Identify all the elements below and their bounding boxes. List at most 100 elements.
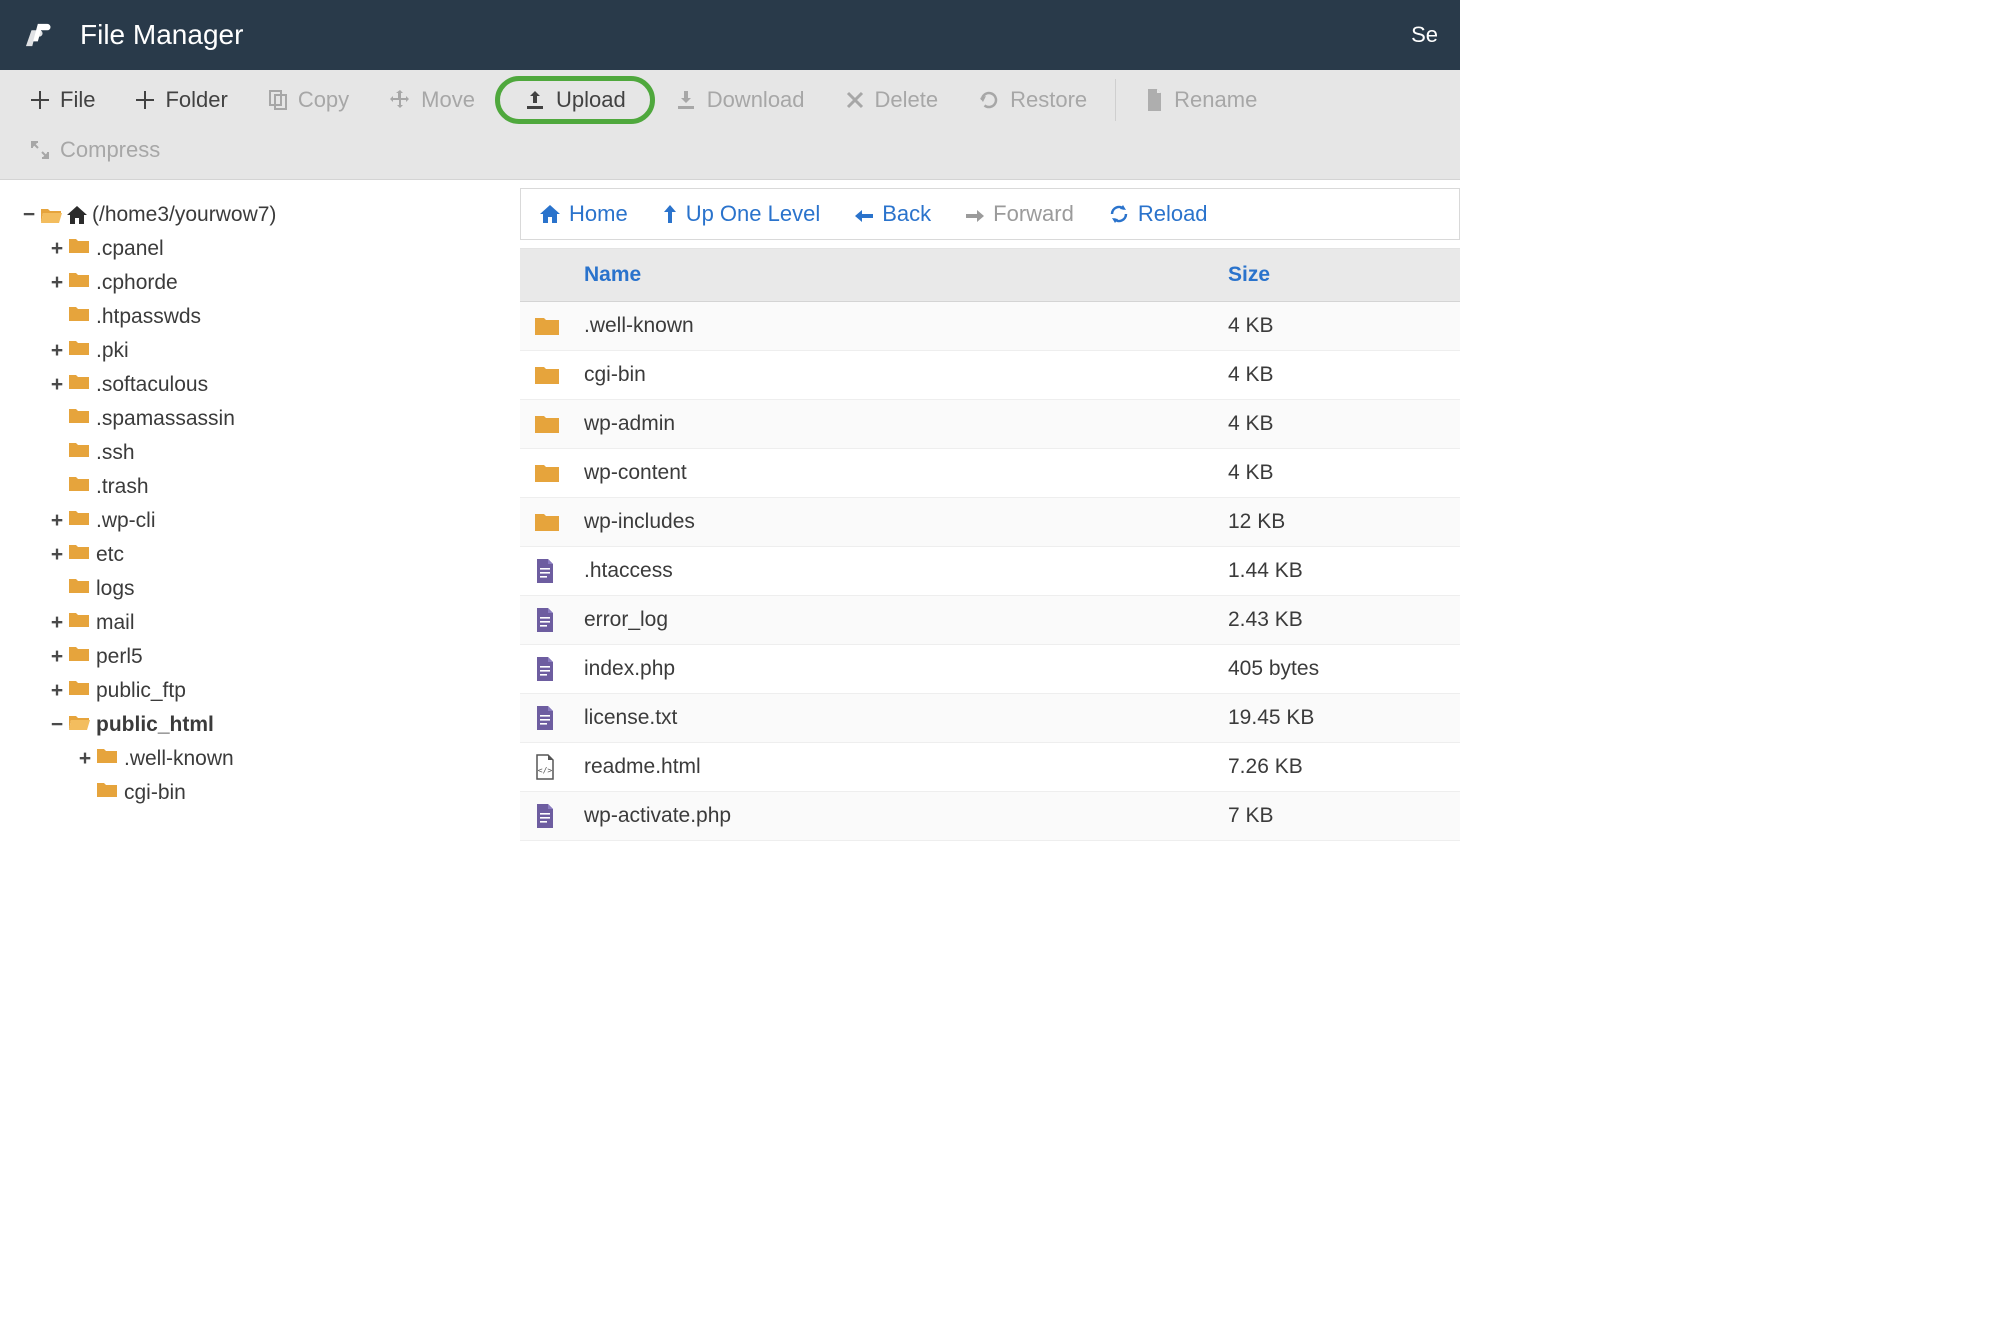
forward-arrow-icon [965, 201, 985, 227]
delete-icon [845, 90, 865, 110]
folder-icon [68, 271, 90, 289]
tree-node[interactable]: +.softaculous [48, 368, 510, 402]
expand-icon[interactable]: + [76, 747, 94, 771]
blank-toggle: + [48, 305, 66, 329]
tree-node[interactable]: +.pki [48, 334, 510, 368]
folder-icon [68, 543, 90, 561]
tree-node[interactable]: +.htpasswds [48, 300, 510, 334]
expand-icon[interactable]: + [48, 271, 66, 295]
tree-node[interactable]: +etc [48, 538, 510, 572]
table-row[interactable]: .well-known4 KB [520, 302, 1460, 351]
tree-node[interactable]: +mail [48, 606, 510, 640]
row-name: error_log [576, 596, 1220, 644]
collapse-icon[interactable]: − [20, 203, 38, 227]
folder-button[interactable]: Folder [115, 77, 247, 123]
tree-node[interactable]: +.wp-cli [48, 504, 510, 538]
expand-icon[interactable]: + [48, 339, 66, 363]
col-size-header[interactable]: Size [1220, 249, 1460, 301]
back-button[interactable]: Back [854, 201, 931, 227]
delete-button-label: Delete [875, 87, 939, 113]
row-size: 2.43 KB [1220, 596, 1460, 644]
tree-node-label: logs [96, 577, 135, 600]
expand-icon[interactable]: + [48, 509, 66, 533]
blank-toggle: + [48, 441, 66, 465]
table-row[interactable]: </>readme.html7.26 KB [520, 743, 1460, 792]
home-button[interactable]: Home [539, 201, 628, 227]
expand-icon[interactable]: − [48, 713, 66, 737]
reload-label: Reload [1138, 201, 1208, 227]
folder-icon [68, 611, 90, 629]
row-name: .htaccess [576, 547, 1220, 595]
restore-button-label: Restore [1010, 87, 1087, 113]
rename-icon [1144, 88, 1164, 112]
table-row[interactable]: license.txt19.45 KB [520, 694, 1460, 743]
table-header-row: Name Size [520, 249, 1460, 302]
tree-node[interactable]: +.cphorde [48, 266, 510, 300]
toolbar: File Folder Copy Move Upload Download De… [0, 70, 1460, 180]
copy-button[interactable]: Copy [248, 77, 369, 123]
folder-icon [68, 679, 90, 697]
forward-button[interactable]: Forward [965, 201, 1074, 227]
tree-node[interactable]: +.well-known [76, 742, 510, 776]
compress-icon [30, 140, 50, 160]
tree-node[interactable]: +perl5 [48, 640, 510, 674]
expand-icon[interactable]: + [48, 237, 66, 261]
plus-icon [135, 90, 155, 110]
upload-button[interactable]: Upload [495, 76, 655, 124]
table-row[interactable]: wp-content4 KB [520, 449, 1460, 498]
app-header: File Manager Se [0, 0, 1460, 70]
main: −(/home3/yourwow7) + .cpanel +.cphorde+.htp… [0, 180, 1460, 900]
reload-button[interactable]: Reload [1108, 201, 1208, 227]
col-name-header[interactable]: Name [576, 249, 1220, 301]
table-row[interactable]: wp-includes12 KB [520, 498, 1460, 547]
copy-button-label: Copy [298, 87, 349, 113]
table-row[interactable]: index.php405 bytes [520, 645, 1460, 694]
tree-node[interactable]: +.ssh [48, 436, 510, 470]
table-row[interactable]: wp-admin4 KB [520, 400, 1460, 449]
tree-node[interactable]: − public_html [48, 708, 510, 742]
table-row[interactable]: wp-activate.php7 KB [520, 792, 1460, 841]
expand-icon[interactable]: + [48, 645, 66, 669]
folder-button-label: Folder [165, 87, 227, 113]
tree-node-label: .cpanel [96, 237, 164, 260]
folder-icon [96, 747, 118, 765]
tree-node[interactable]: + .cpanel [48, 232, 510, 266]
restore-button[interactable]: Restore [958, 77, 1107, 123]
col-icon-header [520, 249, 576, 301]
row-icon [520, 548, 576, 594]
row-icon [520, 501, 576, 543]
table-row[interactable]: cgi-bin4 KB [520, 351, 1460, 400]
expand-icon[interactable]: + [48, 679, 66, 703]
table-row[interactable]: error_log2.43 KB [520, 596, 1460, 645]
row-icon: </> [520, 744, 576, 790]
up-label: Up One Level [686, 201, 821, 227]
row-icon [520, 354, 576, 396]
delete-button[interactable]: Delete [825, 77, 959, 123]
tree-node[interactable]: +logs [48, 572, 510, 606]
folder-icon [68, 475, 90, 493]
download-button[interactable]: Download [655, 77, 825, 123]
row-name: license.txt [576, 694, 1220, 742]
page-title: File Manager [80, 19, 243, 51]
tree-node[interactable]: +.trash [48, 470, 510, 504]
file-button[interactable]: File [10, 77, 115, 123]
compress-button[interactable]: Compress [10, 127, 180, 173]
rename-button[interactable]: Rename [1124, 77, 1277, 123]
expand-icon[interactable]: + [48, 543, 66, 567]
breadcrumb-nav: Home Up One Level Back Forward Reload [520, 188, 1460, 240]
tree-node[interactable]: +.spamassassin [48, 402, 510, 436]
tree-root-node[interactable]: −(/home3/yourwow7) [20, 198, 510, 232]
tree-node-label: public_html [96, 713, 214, 736]
table-row[interactable]: .htaccess1.44 KB [520, 547, 1460, 596]
row-icon [520, 695, 576, 741]
move-button[interactable]: Move [369, 77, 495, 123]
folder-icon [68, 339, 90, 357]
expand-icon[interactable]: + [48, 611, 66, 635]
expand-icon[interactable]: + [48, 373, 66, 397]
row-size: 19.45 KB [1220, 694, 1460, 742]
up-one-level-button[interactable]: Up One Level [662, 201, 821, 227]
tree-node[interactable]: +public_ftp [48, 674, 510, 708]
toolbar-row2: Compress [10, 127, 1450, 173]
tree-node[interactable]: +cgi-bin [76, 776, 510, 810]
folder-icon [68, 713, 90, 731]
